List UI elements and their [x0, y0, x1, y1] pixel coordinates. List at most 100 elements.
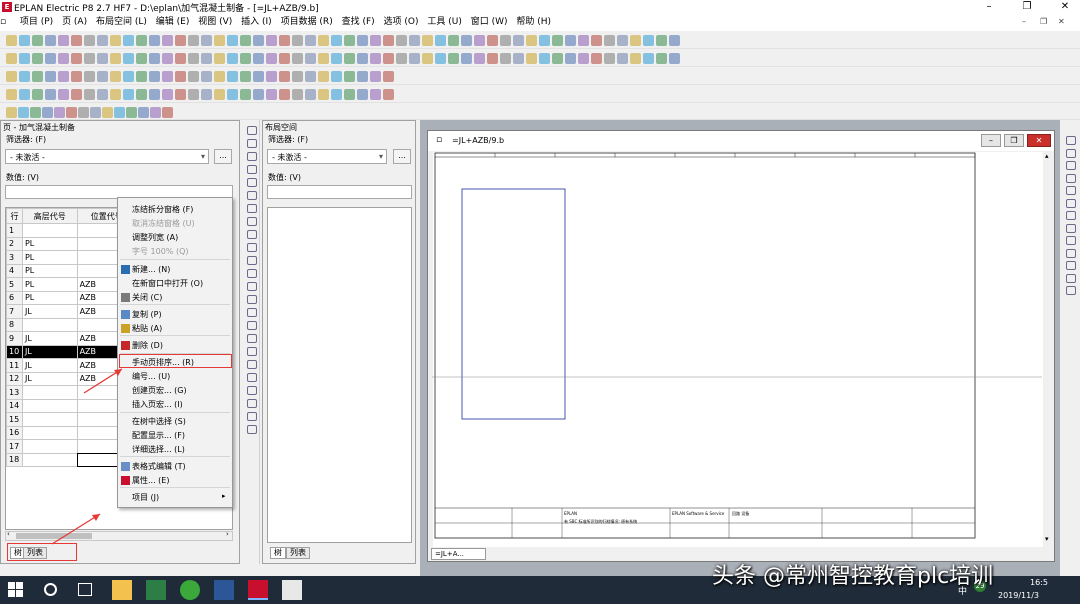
toolbar-icon[interactable]: [97, 71, 108, 82]
toolbar-icon[interactable]: [71, 71, 82, 82]
close-button[interactable]: ✕: [1052, 0, 1078, 14]
toolbar-icon[interactable]: [513, 53, 524, 64]
context-menu-item[interactable]: 调整列宽 (A): [132, 232, 178, 243]
context-menu-item[interactable]: 属性... (E): [132, 475, 169, 486]
filter-more-button[interactable]: ...: [214, 149, 232, 164]
task-view-icon[interactable]: [78, 583, 92, 596]
menu-view[interactable]: 视图 (V): [195, 14, 235, 31]
toolbar-icon[interactable]: [58, 35, 69, 46]
toolbar-icon[interactable]: [487, 53, 498, 64]
symbol-tool-icon[interactable]: [1066, 261, 1076, 270]
context-menu-item[interactable]: 项目 (J): [132, 492, 159, 503]
context-menu-item[interactable]: 冻结拆分窗格 (F): [132, 204, 193, 215]
toolbar-icon[interactable]: [214, 71, 225, 82]
context-menu-item[interactable]: 粘贴 (A): [132, 323, 162, 334]
toolbar-icon[interactable]: [32, 53, 43, 64]
higher-level-cell[interactable]: PL: [21, 236, 78, 251]
layout-tab-list[interactable]: 列表: [286, 547, 310, 559]
toolbar-icon[interactable]: [45, 35, 56, 46]
toolbar-icon[interactable]: [45, 89, 56, 100]
toolbar-icon[interactable]: [162, 89, 173, 100]
toolbar-icon[interactable]: [102, 107, 113, 118]
toolbar-icon[interactable]: [422, 53, 433, 64]
toolbar-icon[interactable]: [396, 53, 407, 64]
context-menu-item[interactable]: 在新窗口中打开 (O): [132, 278, 203, 289]
toolbar-icon[interactable]: [669, 53, 680, 64]
toolbar-icon[interactable]: [409, 35, 420, 46]
toolbar-icon[interactable]: [214, 89, 225, 100]
clock-time[interactable]: 16:5: [1030, 578, 1048, 587]
scrollbar-thumb[interactable]: [16, 533, 92, 539]
filter-select[interactable]: - 未激活 - ▾: [5, 149, 209, 164]
toolbar-icon[interactable]: [500, 53, 511, 64]
row-number-cell[interactable]: 7: [6, 304, 23, 319]
toolbar-icon[interactable]: [331, 35, 342, 46]
symbol-tool-icon[interactable]: [247, 256, 257, 265]
symbol-tool-icon[interactable]: [247, 217, 257, 226]
menu-insert[interactable]: 插入 (I): [238, 14, 275, 31]
toolbar-icon[interactable]: [292, 35, 303, 46]
menu-help[interactable]: 帮助 (H): [513, 14, 554, 31]
toolbar-icon[interactable]: [45, 71, 56, 82]
toolbar-icon[interactable]: [643, 53, 654, 64]
toolbar-icon[interactable]: [669, 35, 680, 46]
toolbar-icon[interactable]: [18, 107, 29, 118]
toolbar-icon[interactable]: [227, 53, 238, 64]
toolbar-icon[interactable]: [435, 53, 446, 64]
higher-level-cell[interactable]: PL: [21, 277, 78, 292]
symbol-tool-icon[interactable]: [1066, 236, 1076, 245]
toolbar-icon[interactable]: [370, 35, 381, 46]
row-number-cell[interactable]: 4: [6, 263, 23, 278]
toolbar-icon[interactable]: [643, 35, 654, 46]
toolbar-icon[interactable]: [32, 71, 43, 82]
row-number-cell[interactable]: 11: [6, 358, 23, 373]
toolbar-icon[interactable]: [656, 35, 667, 46]
context-menu-item[interactable]: 关闭 (C): [132, 292, 162, 303]
toolbar-icon[interactable]: [279, 71, 290, 82]
restore-button[interactable]: ❐: [1014, 0, 1040, 14]
symbol-tool-icon[interactable]: [247, 152, 257, 161]
toolbar-icon[interactable]: [110, 53, 121, 64]
toolbar-icon[interactable]: [253, 71, 264, 82]
toolbar-icon[interactable]: [32, 35, 43, 46]
symbol-tool-icon[interactable]: [247, 178, 257, 187]
scroll-right-icon[interactable]: ›: [226, 530, 229, 538]
toolbar-icon[interactable]: [110, 35, 121, 46]
symbol-tool-icon[interactable]: [247, 321, 257, 330]
toolbar-icon[interactable]: [617, 53, 628, 64]
toolbar-icon[interactable]: [6, 53, 17, 64]
toolbar-icon[interactable]: [19, 35, 30, 46]
toolbar-icon[interactable]: [305, 53, 316, 64]
symbol-tool-icon[interactable]: [1066, 186, 1076, 195]
toolbar-icon[interactable]: [114, 107, 125, 118]
toolbar-icon[interactable]: [630, 35, 641, 46]
toolbar-icon[interactable]: [292, 53, 303, 64]
toolbar-icon[interactable]: [370, 71, 381, 82]
mdi-restore-icon[interactable]: ❐: [1040, 17, 1047, 26]
toolbar-icon[interactable]: [126, 107, 137, 118]
toolbar-icon[interactable]: [175, 35, 186, 46]
higher-level-cell[interactable]: [21, 412, 78, 427]
toolbar-icon[interactable]: [474, 53, 485, 64]
toolbar-icon[interactable]: [318, 71, 329, 82]
symbol-tool-icon[interactable]: [247, 334, 257, 343]
toolbar-icon[interactable]: [6, 35, 17, 46]
toolbar-icon[interactable]: [54, 107, 65, 118]
app-icon[interactable]: [146, 580, 166, 600]
toolbar-icon[interactable]: [604, 35, 615, 46]
minimize-button[interactable]: –: [976, 0, 1002, 14]
toolbar-icon[interactable]: [344, 71, 355, 82]
toolbar-icon[interactable]: [227, 35, 238, 46]
row-number-cell[interactable]: 15: [6, 412, 23, 427]
toolbar-icon[interactable]: [162, 107, 173, 118]
scroll-up-icon[interactable]: ▴: [1045, 152, 1049, 160]
menu-project[interactable]: 项目 (P): [17, 14, 56, 31]
toolbar-icon[interactable]: [422, 35, 433, 46]
toolbar-icon[interactable]: [266, 35, 277, 46]
toolbar-icon[interactable]: [175, 53, 186, 64]
toolbar-icon[interactable]: [162, 71, 173, 82]
toolbar-icon[interactable]: [97, 53, 108, 64]
scroll-down-icon[interactable]: ▾: [1045, 535, 1049, 543]
toolbar-icon[interactable]: [19, 71, 30, 82]
toolbar-icon[interactable]: [279, 89, 290, 100]
